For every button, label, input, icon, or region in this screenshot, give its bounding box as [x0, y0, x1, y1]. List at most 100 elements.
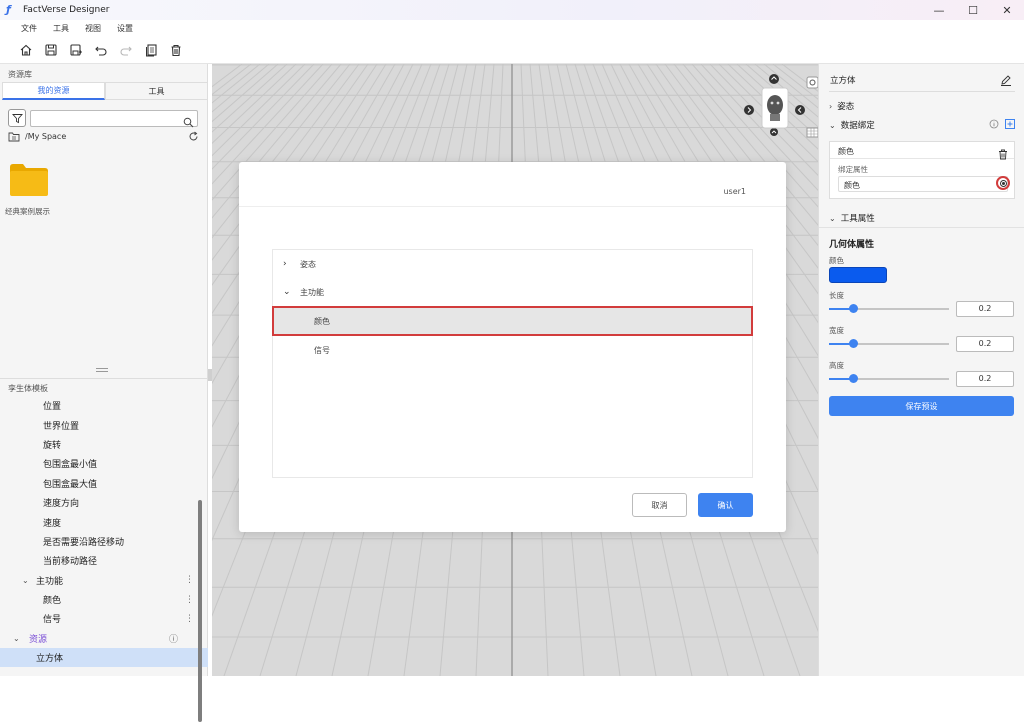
tree-item[interactable]: 颜色 ⋮ — [0, 590, 208, 609]
cancel-button[interactable]: 取消 — [632, 493, 687, 517]
info-icon[interactable] — [989, 119, 999, 132]
list-item-pose[interactable]: › 姿态 — [273, 250, 752, 278]
chevron-right-icon: › — [829, 101, 833, 111]
more-icon[interactable]: ⋮ — [185, 575, 194, 585]
list-item-color[interactable]: 颜色 — [272, 306, 753, 336]
close-icon[interactable]: ✕ — [990, 0, 1024, 20]
list-item-signal[interactable]: 信号 — [273, 336, 752, 364]
section-pose[interactable]: › 姿态 — [829, 100, 855, 113]
section-tool-props[interactable]: ⌄ 工具属性 — [829, 212, 875, 225]
menu-settings[interactable]: 设置 — [117, 23, 133, 34]
tree-item[interactable]: ⌄ 主功能 ⋮ — [0, 571, 208, 590]
tree-item[interactable]: 包围盒最小值 — [0, 454, 208, 473]
tree-item[interactable]: 速度 — [0, 512, 208, 531]
folder-icon[interactable] — [10, 164, 48, 196]
menu-bar: 文件 工具 视图 设置 — [0, 20, 1024, 37]
list-item-label: 颜色 — [314, 316, 330, 326]
more-icon[interactable]: ⋮ — [185, 595, 194, 605]
geometry-title: 几何体属性 — [829, 240, 875, 250]
slider-knob[interactable] — [849, 374, 858, 383]
prop-label: 高度 — [829, 361, 844, 370]
menu-file[interactable]: 文件 — [21, 23, 37, 34]
tree-item[interactable]: 速度方向 — [0, 493, 208, 512]
color-swatch[interactable] — [829, 267, 887, 283]
tree-item-label: 旋转 — [43, 440, 62, 451]
bound-attr-value: 颜色 — [844, 181, 860, 190]
binding-name: 颜色 — [830, 142, 1014, 159]
tree-item[interactable]: 包围盒最大值 — [0, 474, 208, 493]
tree-item-label: 位置 — [43, 402, 62, 413]
tree-item-label: 立方体 — [36, 654, 64, 665]
tree-item-label: 速度 — [43, 518, 62, 529]
delete-icon[interactable] — [167, 41, 185, 59]
save-icon[interactable] — [42, 41, 60, 59]
target-picker-icon[interactable] — [996, 176, 1010, 190]
tree-item[interactable]: 位置 — [0, 396, 208, 415]
prop-value-field[interactable]: 0.2 — [956, 301, 1014, 317]
list-item-label: 主功能 — [300, 287, 324, 297]
tree-item[interactable]: 信号 ⋮ — [0, 609, 208, 628]
list-item-main-function[interactable]: ⌄ 主功能 — [273, 278, 752, 306]
menu-tools[interactable]: 工具 — [53, 23, 69, 34]
scene-viewport[interactable]: user1 › 姿态 ⌄ 主功能 颜色 信号 取消 确认 — [212, 64, 818, 676]
section-pose-label: 姿态 — [837, 102, 855, 112]
slider-knob[interactable] — [849, 304, 858, 313]
add-binding-icon[interactable] — [1005, 119, 1015, 132]
trash-icon[interactable] — [998, 145, 1008, 164]
tree-item-label: 主功能 — [36, 576, 64, 587]
tree-item-label: 包围盒最大值 — [43, 479, 98, 490]
tree-item-label: 是否需要沿路径移动 — [43, 537, 125, 548]
binding-card: 颜色 绑定属性 颜色 — [829, 141, 1015, 199]
filter-icon[interactable] — [8, 109, 26, 127]
prop-slider[interactable] — [829, 372, 949, 386]
title-divider — [829, 91, 1015, 92]
redo-icon[interactable] — [117, 41, 135, 59]
bound-attr-field[interactable]: 颜色 — [838, 176, 1010, 192]
copy-icon[interactable] — [142, 41, 160, 59]
slider-knob[interactable] — [849, 339, 858, 348]
tree-item[interactable]: 旋转 — [0, 435, 208, 454]
tree-item[interactable]: ⌄ 资源 ⓘ — [0, 629, 208, 648]
home-icon[interactable] — [17, 41, 35, 59]
save-as-icon[interactable] — [67, 41, 85, 59]
folder-label[interactable]: 经典案例展示 — [5, 206, 50, 217]
tab-tools[interactable]: 工具 — [105, 82, 208, 100]
search-input[interactable] — [31, 115, 181, 131]
save-preset-button[interactable]: 保存预设 — [829, 396, 1014, 416]
tree-scrollbar[interactable] — [198, 500, 202, 722]
section-data-binding[interactable]: ⌄ 数据绑定 — [829, 119, 1015, 131]
menu-view[interactable]: 视图 — [85, 23, 101, 34]
folder-path-icon — [8, 127, 20, 146]
prop-label: 长度 — [829, 291, 844, 300]
tree-item[interactable]: 当前移动路径 — [0, 551, 208, 570]
more-icon[interactable]: ⋮ — [185, 614, 194, 624]
undo-icon[interactable] — [92, 41, 110, 59]
search-icon[interactable] — [183, 113, 194, 132]
prop-slider[interactable] — [829, 337, 949, 351]
panel-splitter[interactable] — [96, 368, 108, 372]
info-icon[interactable]: ⓘ — [169, 632, 178, 645]
template-tree: 位置世界位置旋转包围盒最小值包围盒最大值速度方向速度是否需要沿路径移动当前移动路… — [0, 396, 208, 676]
edit-icon[interactable] — [1000, 71, 1012, 90]
binding-dialog: user1 › 姿态 ⌄ 主功能 颜色 信号 取消 确认 — [239, 162, 786, 532]
navigation-cube[interactable] — [744, 74, 818, 138]
list-item-label: 信号 — [314, 345, 330, 355]
prop-value-field[interactable]: 0.2 — [956, 336, 1014, 352]
chevron-down-icon[interactable]: ⌄ — [13, 634, 20, 643]
confirm-button[interactable]: 确认 — [698, 493, 753, 517]
dialog-divider — [239, 206, 786, 207]
current-path: /My Space — [25, 131, 67, 141]
maximize-icon[interactable]: ☐ — [956, 0, 990, 20]
attribute-list: › 姿态 ⌄ 主功能 颜色 信号 — [272, 249, 753, 478]
left-panel: 资源库 我的资源 工具 /My Space 经典案例展示 孪生体模板 位置 世界位… — [0, 64, 208, 722]
section-tool-props-label: 工具属性 — [840, 214, 875, 224]
prop-value-field[interactable]: 0.2 — [956, 371, 1014, 387]
minimize-icon[interactable]: — — [922, 0, 956, 20]
tree-item[interactable]: 是否需要沿路径移动 — [0, 532, 208, 551]
chevron-down-icon[interactable]: ⌄ — [22, 576, 29, 585]
tree-item[interactable]: 世界位置 — [0, 415, 208, 434]
tree-item[interactable]: 立方体 — [0, 648, 208, 668]
title-bar: ƒ FactVerse Designer — ☐ ✕ — [0, 0, 1024, 20]
tab-my-resources[interactable]: 我的资源 — [2, 82, 105, 100]
prop-slider[interactable] — [829, 302, 949, 316]
